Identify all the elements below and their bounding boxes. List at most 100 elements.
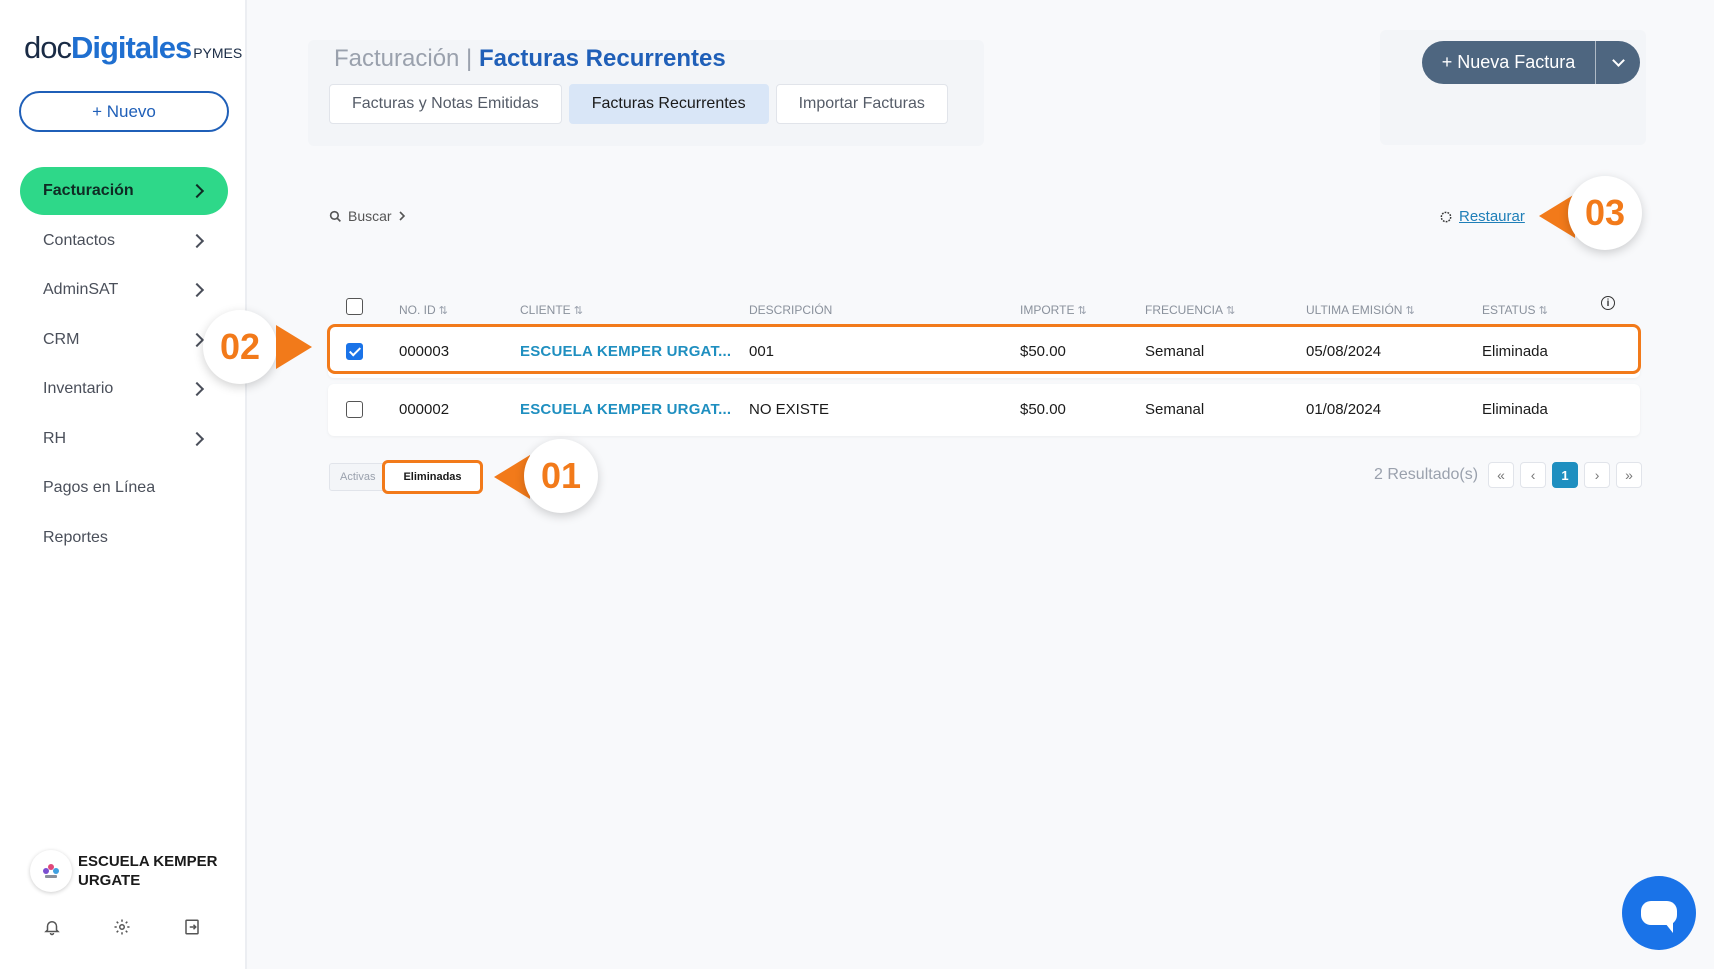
title-page: Facturas Recurrentes [478,45,726,72]
gear-icon[interactable] [112,917,132,937]
cell-id: 000002 [399,401,450,418]
first-page-button[interactable]: « [1488,462,1515,488]
chat-icon [1641,901,1677,933]
sort-icon: ⇅ [1226,305,1236,317]
column-label: IMPORTE [1020,303,1075,317]
company-avatar [30,850,72,892]
sidebar-item-crm[interactable]: CRM [20,316,228,364]
new-invoice-split-button: + Nueva Factura [1422,41,1640,84]
chevron-right-icon [189,282,205,298]
sidebar-nav: Facturación Contactos AdminSAT CRM Inven… [20,167,228,563]
chevron-down-icon [1611,53,1625,67]
new-button[interactable]: + Nuevo [19,91,229,132]
sort-icon: ⇅ [438,305,448,317]
column-header-cliente[interactable]: CLIENTE ⇅ [520,303,583,317]
sidebar-item-adminsat[interactable]: AdminSAT [20,266,228,314]
column-label: NO. ID [399,303,436,317]
sidebar: docDigitales PYMES + Nuevo Facturación Co… [0,0,247,969]
tab-facturas-notas-emitidas[interactable]: Facturas y Notas Emitidas [329,84,562,124]
cell-ultima-emision: 01/08/2024 [1306,401,1382,418]
chevron-right-icon [189,431,205,446]
chevron-right-icon [189,183,205,199]
search-label: Buscar [348,208,392,224]
chevron-right-icon [189,233,205,248]
sidebar-item-pagos-en-linea[interactable]: Pagos en Línea [20,464,228,512]
column-header-ultima-emision[interactable]: ULTIMA EMISIÓN ⇅ [1306,303,1415,317]
sidebar-item-facturacion[interactable]: Facturación [20,167,228,215]
cell-frecuencia: Semanal [1145,401,1205,418]
logo-digitales: Digitales [70,30,192,65]
page-button-current[interactable]: 1 [1552,462,1579,488]
restore-label: Restaurar [1459,208,1525,225]
sort-icon: ⇅ [1405,305,1415,317]
chevron-right-icon [189,381,205,397]
chevron-right-icon [399,211,405,221]
callout-02: 02 [203,310,277,384]
sidebar-item-label: CRM [43,330,80,348]
pagination: 2 Resultado(s) « ‹ 1 › » [1374,462,1643,488]
sidebar-item-label: Inventario [43,380,114,397]
sidebar-bottom-icons [42,917,202,937]
column-header-descripcion: DESCRIPCIÓN [749,303,832,317]
table-header: NO. ID ⇅ CLIENTE ⇅ DESCRIPCIÓN IMPORTE ⇅ FR… [328,296,1640,324]
sidebar-item-inventario[interactable]: Inventario [20,365,228,413]
company-profile[interactable]: ESCUELA KEMPER URGATE [30,850,228,892]
sidebar-item-label: RH [43,429,67,447]
next-page-button[interactable]: › [1584,462,1611,488]
info-icon[interactable]: i [1601,296,1615,310]
school-logo-icon [43,864,59,878]
logout-icon[interactable] [182,917,202,937]
chevron-right-icon [189,332,205,347]
column-header-frecuencia[interactable]: FRECUENCIA ⇅ [1145,303,1235,317]
last-page-button[interactable]: » [1616,462,1643,488]
row-checkbox[interactable] [346,401,363,418]
status-tabs: Activas Eliminadas [329,460,483,494]
sort-icon: ⇅ [1538,305,1548,317]
company-name: ESCUELA KEMPER URGATE [78,853,218,889]
table-row[interactable]: 000002 ESCUELA KEMPER URGAT... NO EXISTE… [328,384,1640,436]
column-header-estatus[interactable]: ESTATUS ⇅ [1482,303,1548,317]
chat-button[interactable] [1622,876,1696,950]
title-section: Facturación [334,45,460,72]
sidebar-item-contactos[interactable]: Contactos [20,217,228,265]
tab-facturas-recurrentes[interactable]: Facturas Recurrentes [568,84,769,124]
select-all-checkbox[interactable] [346,298,363,315]
results-count: 2 Resultado(s) [1374,466,1479,483]
column-header-importe[interactable]: IMPORTE ⇅ [1020,303,1087,317]
tab-importar-facturas[interactable]: Importar Facturas [775,84,948,124]
callout-02-pointer [276,325,312,369]
column-label: FRECUENCIA [1145,303,1224,317]
search-toggle[interactable]: Buscar [329,208,406,224]
restore-icon [1440,211,1452,222]
callout-03: 03 [1568,176,1642,250]
cell-importe: $50.00 [1020,401,1066,418]
title-separator: | [459,45,479,72]
highlight-selected-row [327,324,1641,374]
tab-activas[interactable]: Activas [329,463,387,491]
logo-pymes: PYMES [193,45,243,61]
tabs: Facturas y Notas Emitidas Facturas Recur… [329,84,948,124]
sort-icon: ⇅ [573,305,583,317]
cell-estatus: Eliminada [1482,401,1548,418]
sidebar-item-label: Pagos en Línea [43,479,156,496]
logo[interactable]: docDigitales PYMES [24,30,242,66]
column-label: CLIENTE [520,303,571,317]
tab-eliminadas[interactable]: Eliminadas [382,460,483,494]
new-invoice-dropdown-button[interactable] [1595,41,1640,84]
sidebar-item-label: AdminSAT [43,281,119,298]
restore-button[interactable]: Restaurar [1439,208,1525,225]
column-label: ULTIMA EMISIÓN [1306,303,1403,317]
sidebar-item-label: Facturación [43,182,134,199]
prev-page-button[interactable]: ‹ [1520,462,1547,488]
new-invoice-button[interactable]: + Nueva Factura [1422,41,1595,84]
logo-doc: doc [24,30,72,65]
sidebar-item-reportes[interactable]: Reportes [20,514,228,562]
cell-cliente[interactable]: ESCUELA KEMPER URGAT... [520,401,731,418]
column-label: DESCRIPCIÓN [749,303,833,317]
column-header-id[interactable]: NO. ID ⇅ [399,303,448,317]
cell-descripcion: NO EXISTE [749,401,830,418]
search-icon [329,210,341,222]
sidebar-item-label: Contactos [43,231,116,249]
bell-icon[interactable] [42,917,62,937]
sidebar-item-rh[interactable]: RH [20,415,228,463]
